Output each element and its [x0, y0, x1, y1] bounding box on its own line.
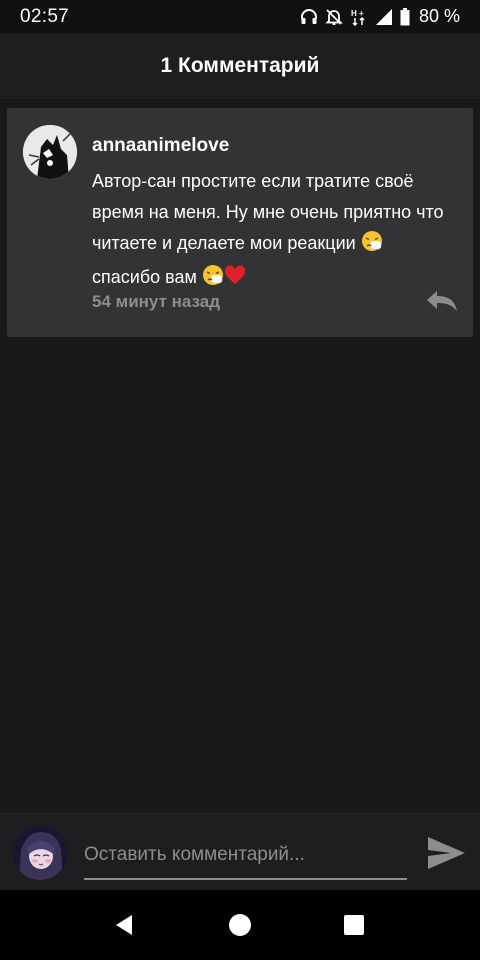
back-icon: [116, 915, 132, 935]
comment-timestamp: 54 минут назад: [92, 292, 221, 311]
my-avatar[interactable]: [13, 826, 67, 880]
page-header: 1 Комментарий: [0, 33, 480, 99]
battery-level: 80 %: [418, 6, 460, 26]
recents-icon: [344, 915, 364, 935]
red-heart-emoji: [224, 264, 246, 296]
home-button[interactable]: [227, 912, 253, 938]
send-button[interactable]: [425, 834, 467, 872]
reply-button[interactable]: [425, 289, 459, 313]
comment-text-line: Автор-сан простите если тратите своё вре…: [92, 171, 444, 253]
comment-composer: [0, 813, 480, 890]
send-icon: [428, 837, 465, 869]
status-bar: 02:57 H + 80 %: [0, 0, 480, 33]
headphones-icon: [300, 8, 317, 24]
commenter-avatar[interactable]: [23, 125, 77, 179]
comment-author[interactable]: annaanimelove: [92, 135, 229, 157]
sneezing-face-emoji: [361, 230, 383, 262]
app-screen: 02:57 H + 80 % 1 Комментарий annaanimelo…: [0, 0, 480, 960]
comment-text-line: спасибо вам: [92, 267, 197, 287]
system-nav-bar: [0, 890, 480, 960]
data-transfer-icon: H +: [351, 9, 365, 26]
status-time: 02:57: [20, 5, 70, 27]
comment-text: Автор-сан простите если тратите своё вре…: [92, 166, 462, 296]
comment-input[interactable]: [84, 836, 407, 880]
battery-icon: [400, 7, 410, 25]
back-button[interactable]: [112, 912, 138, 938]
signal-icon: [375, 8, 392, 25]
recents-button[interactable]: [341, 912, 367, 938]
svg-text:H: H: [351, 9, 357, 18]
svg-text:+: +: [359, 9, 364, 18]
home-icon: [229, 914, 251, 936]
status-icons: H + 80 %: [300, 6, 460, 27]
comment-card: annaanimelove Автор-сан простите если тр…: [7, 108, 473, 337]
bell-off-icon: [325, 8, 343, 25]
reply-icon: [427, 291, 457, 311]
page-title: 1 Комментарий: [160, 54, 320, 77]
